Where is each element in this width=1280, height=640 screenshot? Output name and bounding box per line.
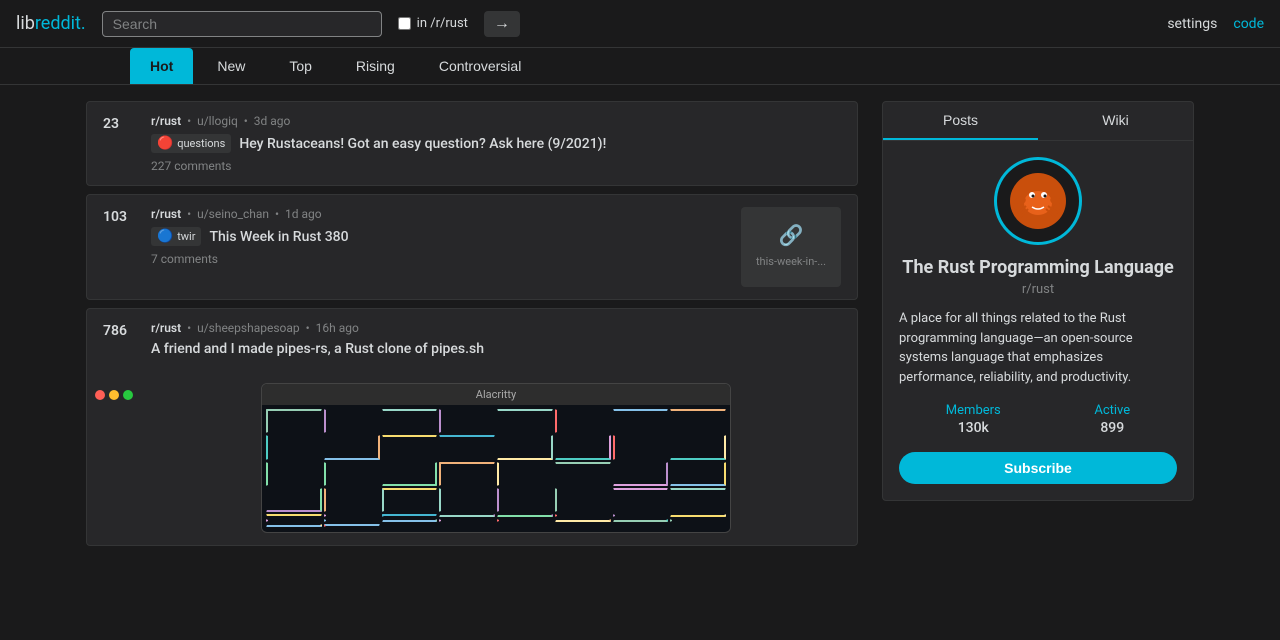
tab-hot[interactable]: Hot <box>130 48 193 84</box>
search-input[interactable] <box>113 16 371 32</box>
post-card: 103 r/rust • u/seino_chan • 1d ago 🔵 twi… <box>86 194 858 300</box>
search-bar <box>102 11 382 37</box>
post-title[interactable]: Hey Rustaceans! Got an easy question? As… <box>239 136 606 152</box>
members-label: Members <box>946 403 1001 418</box>
subscribe-button[interactable]: Subscribe <box>899 452 1177 484</box>
flair-text: questions <box>177 137 225 150</box>
post-score: 786 <box>103 321 139 363</box>
sidebar-description: A place for all things related to the Ru… <box>899 309 1177 387</box>
crab-icon <box>1008 171 1068 231</box>
sidebar-tabs: Posts Wiki <box>883 102 1193 141</box>
post-title[interactable]: This Week in Rust 380 <box>209 229 348 245</box>
sidebar-body: The Rust Programming Language r/rust A p… <box>883 141 1193 500</box>
post-meta: r/rust • u/seino_chan • 1d ago <box>151 207 729 221</box>
code-link[interactable]: code <box>1233 16 1264 32</box>
search-go-button[interactable]: → <box>484 11 520 37</box>
post-row: 786 r/rust • u/sheepshapesoap • 16h ago … <box>103 321 841 363</box>
post-score: 23 <box>103 114 139 173</box>
logo-reddit: reddit. <box>35 13 86 34</box>
nav-tabs: Hot New Top Rising Controversial <box>0 48 1280 85</box>
alacritty-titlebar: Alacritty <box>262 384 730 405</box>
post-title-row: A friend and I made pipes-rs, a Rust clo… <box>151 341 841 357</box>
post-author: u/llogiq <box>197 114 238 128</box>
post-time: 1d ago <box>285 207 322 221</box>
post-time: 16h ago <box>316 321 359 335</box>
alacritty-window: Alacritty <box>261 383 731 533</box>
sidebar-card: Posts Wiki <box>882 101 1194 501</box>
post-comments[interactable]: 7 comments <box>151 252 729 266</box>
subreddit-avatar <box>994 157 1082 245</box>
link-icon: 🔗 <box>779 223 804 247</box>
flair-text: twir <box>177 230 195 243</box>
tab-rising[interactable]: Rising <box>336 48 415 84</box>
post-subreddit[interactable]: r/rust <box>151 114 181 128</box>
alacritty-body <box>262 405 730 531</box>
post-flair: 🔴 questions <box>151 134 231 153</box>
sidebar-stats: Members 130k Active 899 <box>899 403 1177 436</box>
stat-members: Members 130k <box>946 403 1001 436</box>
post-author: u/sheepshapesoap <box>197 321 300 335</box>
logo-lib: lib <box>16 13 35 34</box>
header: libreddit. in /r/rust → settings code <box>0 0 1280 48</box>
post-score: 103 <box>103 207 139 287</box>
flair-icon: 🔴 <box>157 136 173 151</box>
sidebar-tab-posts[interactable]: Posts <box>883 102 1038 140</box>
post-meta: r/rust • u/llogiq • 3d ago <box>151 114 841 128</box>
sidebar-subreddit: r/rust <box>899 282 1177 297</box>
settings-link[interactable]: settings <box>1167 16 1217 32</box>
post-author: u/seino_chan <box>197 207 269 221</box>
tab-new[interactable]: New <box>197 48 265 84</box>
flair-icon: 🔵 <box>157 229 173 244</box>
post-subreddit[interactable]: r/rust <box>151 321 181 335</box>
thumbnail-link-text: this-week-in-... <box>752 251 830 272</box>
stat-active: Active 899 <box>1094 403 1130 436</box>
active-label: Active <box>1094 403 1130 418</box>
sidebar: Posts Wiki <box>882 101 1194 546</box>
search-in-subreddit-label: in /r/rust <box>417 16 468 31</box>
post-thumbnail[interactable]: 🔗 this-week-in-... <box>741 207 841 287</box>
post-image-container: Alacritty <box>151 383 841 533</box>
logo[interactable]: libreddit. <box>16 13 86 34</box>
post-card: 23 r/rust • u/llogiq • 3d ago 🔴 question… <box>86 101 858 186</box>
post-time: 3d ago <box>254 114 291 128</box>
active-count: 899 <box>1094 420 1130 436</box>
post-content: r/rust • u/llogiq • 3d ago 🔴 questions H… <box>151 114 841 173</box>
tab-top[interactable]: Top <box>269 48 332 84</box>
header-links: settings code <box>1167 16 1264 32</box>
post-title-row: 🔵 twir This Week in Rust 380 <box>151 227 729 246</box>
post-content: r/rust • u/seino_chan • 1d ago 🔵 twir Th… <box>151 207 729 287</box>
post-title-row: 🔴 questions Hey Rustaceans! Got an easy … <box>151 134 841 153</box>
main-container: 23 r/rust • u/llogiq • 3d ago 🔴 question… <box>70 85 1210 562</box>
sidebar-tab-wiki[interactable]: Wiki <box>1038 102 1193 140</box>
members-count: 130k <box>946 420 1001 436</box>
tab-controversial[interactable]: Controversial <box>419 48 541 84</box>
post-title[interactable]: A friend and I made pipes-rs, a Rust clo… <box>151 341 484 357</box>
post-comments[interactable]: 227 comments <box>151 159 841 173</box>
post-meta: r/rust • u/sheepshapesoap • 16h ago <box>151 321 841 335</box>
posts-column: 23 r/rust • u/llogiq • 3d ago 🔴 question… <box>86 101 858 546</box>
window-title: Alacritty <box>476 388 516 401</box>
search-options: in /r/rust <box>398 16 468 31</box>
post-card: 786 r/rust • u/sheepshapesoap • 16h ago … <box>86 308 858 546</box>
post-content: r/rust • u/sheepshapesoap • 16h ago A fr… <box>151 321 841 363</box>
search-in-subreddit-checkbox[interactable] <box>398 17 411 30</box>
sidebar-title: The Rust Programming Language <box>899 257 1177 278</box>
post-flair: 🔵 twir <box>151 227 201 246</box>
post-subreddit[interactable]: r/rust <box>151 207 181 221</box>
